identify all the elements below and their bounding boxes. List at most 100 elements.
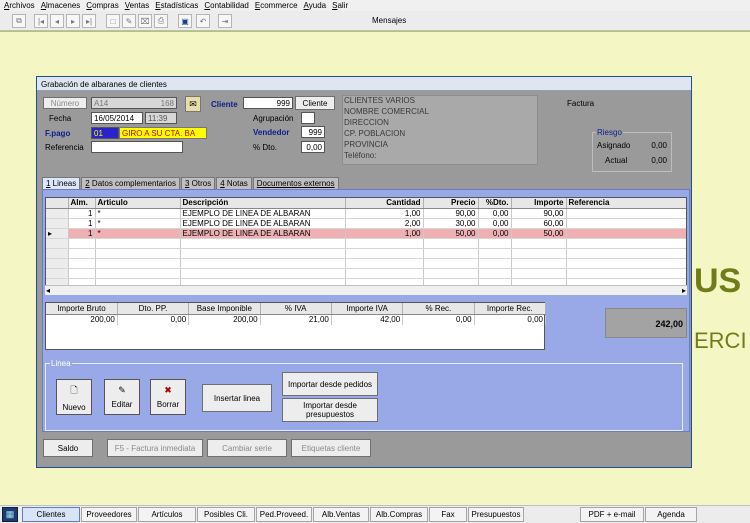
factura-inmediata-button[interactable]: F5 - Factura inmediata: [107, 439, 203, 457]
grid-header-dto[interactable]: %Dto.: [478, 198, 512, 209]
cell-alm[interactable]: 1: [68, 208, 96, 219]
horizontal-scrollbar[interactable]: ◂ ▸: [45, 285, 687, 295]
cell-importe[interactable]: 60,00: [511, 218, 567, 229]
grid-header-descripcion[interactable]: Descripción: [180, 198, 346, 209]
importar-presupuestos-button[interactable]: Importar desde presupuestos: [282, 398, 378, 422]
empty-row[interactable]: [46, 268, 686, 279]
menu-archivos[interactable]: Archivos: [4, 0, 35, 11]
dto-field[interactable]: 0,00: [301, 141, 325, 153]
menu-contabilidad[interactable]: Contabilidad: [204, 0, 248, 11]
taskbar-proveedores[interactable]: Proveedores: [81, 507, 137, 522]
tab-datos-complementarios[interactable]: 2 Datos complementarios: [81, 177, 180, 189]
menu-ventas[interactable]: Ventas: [125, 0, 149, 11]
cell-referencia[interactable]: [566, 208, 686, 219]
attachment-icon[interactable]: ✉: [185, 96, 201, 112]
grid-header-referencia[interactable]: Referencia: [566, 198, 686, 209]
calculator-icon[interactable]: ▦: [2, 507, 18, 522]
empty-row[interactable]: [46, 248, 686, 259]
cell-articulo[interactable]: *: [95, 218, 181, 229]
cell-descripcion[interactable]: EJEMPLO DE LINEA DE ALBARAN: [180, 208, 346, 219]
menu-almacenes[interactable]: Almacenes: [41, 0, 81, 11]
menu-salir[interactable]: Salir: [332, 0, 348, 11]
taskbar-albaranes-ventas[interactable]: Alb.Ventas: [313, 507, 369, 522]
referencia-field[interactable]: [91, 141, 183, 153]
cell-cantidad[interactable]: 1,00: [345, 208, 424, 219]
taskbar-agenda[interactable]: Agenda: [645, 507, 697, 522]
tab-lineas[interactable]: 1 Lineas: [42, 177, 81, 189]
cell-alm[interactable]: 1: [68, 218, 96, 229]
insertar-linea-button[interactable]: Insertar linea: [202, 384, 272, 412]
last-icon[interactable]: ▸|: [82, 14, 96, 28]
tab-documentos-externos[interactable]: Documentos externos: [252, 177, 339, 189]
cambiar-serie-button[interactable]: Cambiar serie: [207, 439, 287, 457]
cell-referencia[interactable]: [566, 228, 686, 239]
taskbar-fax[interactable]: Fax: [429, 507, 467, 522]
tab-notas[interactable]: 4 Notas: [216, 177, 252, 189]
lines-grid[interactable]: Alm. Articulo Descripción Cantidad Preci…: [45, 197, 687, 295]
print-icon[interactable]: ⎙: [154, 14, 168, 28]
cliente-code-field[interactable]: 999: [243, 97, 293, 109]
taskbar-posibles-clientes[interactable]: Posibles Cli.: [197, 507, 255, 522]
agrupacion-field[interactable]: [301, 112, 315, 124]
cell-precio[interactable]: 90,00: [423, 208, 479, 219]
hora-field[interactable]: 11:39: [145, 112, 177, 124]
saldo-button[interactable]: Saldo: [43, 439, 93, 457]
save-icon[interactable]: ▣: [178, 14, 192, 28]
grid-header-articulo[interactable]: Articulo: [95, 198, 181, 209]
editar-button[interactable]: ✎ Editar: [104, 379, 140, 415]
borrar-button[interactable]: ✖ Borrar: [150, 379, 186, 415]
empty-row[interactable]: [46, 238, 686, 249]
cell-dto[interactable]: 0,00: [478, 228, 512, 239]
numero-field[interactable]: A14 168: [91, 97, 177, 109]
grid-header-cantidad[interactable]: Cantidad: [345, 198, 424, 209]
taskbar-clientes[interactable]: Clientes: [22, 507, 80, 522]
cell-cantidad[interactable]: 1,00: [345, 228, 424, 239]
menu-ayuda[interactable]: Ayuda: [304, 0, 327, 11]
cell-precio[interactable]: 30,00: [423, 218, 479, 229]
cell-descripcion[interactable]: EJEMPLO DE LINEA DE ALBARAN: [180, 228, 346, 239]
edit-icon[interactable]: ✎: [122, 14, 136, 28]
taskbar-articulos[interactable]: Artículos: [138, 507, 196, 522]
cell-alm[interactable]: 1: [68, 228, 96, 239]
grid-header-precio[interactable]: Precio: [423, 198, 479, 209]
menu-compras[interactable]: Compras: [86, 0, 118, 11]
scroll-right-icon[interactable]: ▸: [682, 286, 686, 295]
taskbar-pedidos-proveedor[interactable]: Ped.Proveed.: [256, 507, 312, 522]
delete-icon[interactable]: ⌧: [138, 14, 152, 28]
cell-importe[interactable]: 90,00: [511, 208, 567, 219]
prev-icon[interactable]: ◂: [50, 14, 64, 28]
cell-dto[interactable]: 0,00: [478, 218, 512, 229]
fecha-field[interactable]: 16/05/2014: [91, 112, 143, 124]
grid-header-alm[interactable]: Alm.: [68, 198, 96, 209]
cell-descripcion[interactable]: EJEMPLO DE LINEA DE ALBARAN: [180, 218, 346, 229]
cell-dto[interactable]: 0,00: [478, 208, 512, 219]
vendedor-field[interactable]: 999: [301, 126, 325, 138]
empty-row[interactable]: [46, 258, 686, 269]
cliente-button[interactable]: Cliente: [295, 96, 335, 110]
taskbar-albaranes-compras[interactable]: Alb.Compras: [370, 507, 428, 522]
etiquetas-cliente-button[interactable]: Etiquetas cliente: [291, 439, 371, 457]
numero-button[interactable]: Número: [43, 97, 87, 109]
scroll-left-icon[interactable]: ◂: [46, 286, 50, 295]
copy-icon[interactable]: ⧉: [12, 14, 26, 28]
exit-icon[interactable]: ⇥: [218, 14, 232, 28]
taskbar-pdf-email[interactable]: PDF + e-mail: [580, 507, 644, 522]
cell-articulo[interactable]: *: [95, 208, 181, 219]
next-icon[interactable]: ▸: [66, 14, 80, 28]
cell-articulo[interactable]: *: [95, 228, 181, 239]
cell-precio[interactable]: 50,00: [423, 228, 479, 239]
menu-estadisticas[interactable]: Estadísticas: [155, 0, 198, 11]
fpago-code-field[interactable]: 01: [91, 127, 119, 139]
table-row-selected[interactable]: ▸ 1 * EJEMPLO DE LINEA DE ALBARAN 1,00 5…: [46, 228, 686, 239]
menu-ecommerce[interactable]: Ecommerce: [255, 0, 298, 11]
new-icon[interactable]: □: [106, 14, 120, 28]
grid-header-importe[interactable]: Importe: [511, 198, 567, 209]
cell-importe[interactable]: 50,00: [511, 228, 567, 239]
first-icon[interactable]: |◂: [34, 14, 48, 28]
nuevo-button[interactable]: 🗋 Nuevo: [56, 379, 92, 415]
cell-cantidad[interactable]: 2,00: [345, 218, 424, 229]
cell-referencia[interactable]: [566, 218, 686, 229]
tab-otros[interactable]: 3 Otros: [180, 177, 216, 189]
undo-icon[interactable]: ↶: [196, 14, 210, 28]
taskbar-presupuestos[interactable]: Presupuestos: [468, 507, 524, 522]
